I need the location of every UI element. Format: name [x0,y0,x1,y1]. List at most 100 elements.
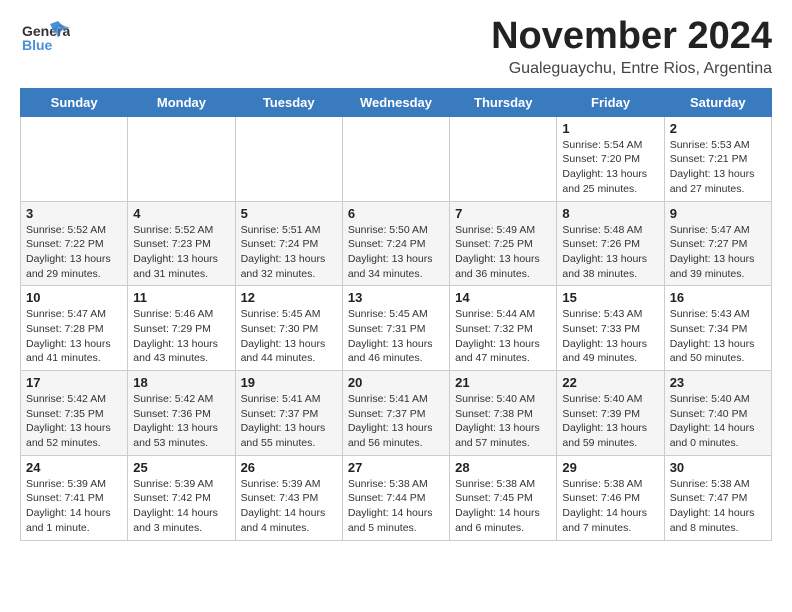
calendar-cell: 25 Sunrise: 5:39 AMSunset: 7:42 PMDayligh… [128,455,235,540]
day-info: Sunrise: 5:40 AMSunset: 7:38 PMDaylight:… [455,392,551,451]
day-number: 29 [562,460,658,475]
column-header-thursday: Thursday [450,88,557,116]
day-number: 8 [562,206,658,221]
week-row-4: 17 Sunrise: 5:42 AMSunset: 7:35 PMDayligh… [21,371,772,456]
calendar-cell: 22Sunrise: 5:40 AMSunset: 7:39 PMDayligh… [557,371,664,456]
day-info: Sunrise: 5:41 AMSunset: 7:37 PMDaylight:… [241,392,337,451]
week-row-5: 24 Sunrise: 5:39 AMSunset: 7:41 PMDayligh… [21,455,772,540]
day-info: Sunrise: 5:53 AMSunset: 7:21 PMDaylight:… [670,138,766,197]
column-header-monday: Monday [128,88,235,116]
calendar-header-row: SundayMondayTuesdayWednesdayThursdayFrid… [21,88,772,116]
day-number: 24 [26,460,122,475]
day-info: Sunrise: 5:50 AMSunset: 7:24 PMDaylight:… [348,223,444,282]
calendar-cell: 3Sunrise: 5:52 AMSunset: 7:22 PMDaylight… [21,201,128,286]
day-info: Sunrise: 5:48 AMSunset: 7:26 PMDaylight:… [562,223,658,282]
calendar-cell: 30 Sunrise: 5:38 AMSunset: 7:47 PMDayligh… [664,455,771,540]
column-header-sunday: Sunday [21,88,128,116]
calendar-cell: 17 Sunrise: 5:42 AMSunset: 7:35 PMDayligh… [21,371,128,456]
calendar-cell [450,116,557,201]
day-info: Sunrise: 5:43 AMSunset: 7:34 PMDaylight:… [670,307,766,366]
day-number: 2 [670,121,766,136]
day-number: 5 [241,206,337,221]
calendar-cell: 18 Sunrise: 5:42 AMSunset: 7:36 PMDayligh… [128,371,235,456]
calendar-cell: 9 Sunrise: 5:47 AMSunset: 7:27 PMDaylight… [664,201,771,286]
day-number: 16 [670,290,766,305]
day-number: 13 [348,290,444,305]
day-number: 27 [348,460,444,475]
title-area: November 2024 Gualeguaychu, Entre Rios, … [491,16,772,78]
calendar-cell: 12 Sunrise: 5:45 AMSunset: 7:30 PMDayligh… [235,286,342,371]
calendar-cell: 6 Sunrise: 5:50 AMSunset: 7:24 PMDaylight… [342,201,449,286]
day-info: Sunrise: 5:44 AMSunset: 7:32 PMDaylight:… [455,307,551,366]
day-number: 19 [241,375,337,390]
month-title: November 2024 [491,16,772,58]
day-info: Sunrise: 5:52 AMSunset: 7:23 PMDaylight:… [133,223,229,282]
calendar-cell: 19 Sunrise: 5:41 AMSunset: 7:37 PMDayligh… [235,371,342,456]
calendar-cell: 24 Sunrise: 5:39 AMSunset: 7:41 PMDayligh… [21,455,128,540]
day-info: Sunrise: 5:38 AMSunset: 7:44 PMDaylight:… [348,477,444,536]
column-header-wednesday: Wednesday [342,88,449,116]
calendar-cell: 13 Sunrise: 5:45 AMSunset: 7:31 PMDayligh… [342,286,449,371]
day-number: 4 [133,206,229,221]
calendar-cell: 21Sunrise: 5:40 AMSunset: 7:38 PMDayligh… [450,371,557,456]
day-info: Sunrise: 5:41 AMSunset: 7:37 PMDaylight:… [348,392,444,451]
calendar-cell: 2 Sunrise: 5:53 AMSunset: 7:21 PMDaylight… [664,116,771,201]
day-number: 7 [455,206,551,221]
calendar-cell: 4 Sunrise: 5:52 AMSunset: 7:23 PMDaylight… [128,201,235,286]
day-number: 26 [241,460,337,475]
day-info: Sunrise: 5:54 AMSunset: 7:20 PMDaylight:… [562,138,658,197]
day-info: Sunrise: 5:39 AMSunset: 7:42 PMDaylight:… [133,477,229,536]
day-info: Sunrise: 5:42 AMSunset: 7:35 PMDaylight:… [26,392,122,451]
day-info: Sunrise: 5:40 AMSunset: 7:39 PMDaylight:… [562,392,658,451]
calendar-cell: 1 Sunrise: 5:54 AMSunset: 7:20 PMDaylight… [557,116,664,201]
day-number: 28 [455,460,551,475]
day-info: Sunrise: 5:51 AMSunset: 7:24 PMDaylight:… [241,223,337,282]
day-info: Sunrise: 5:38 AMSunset: 7:47 PMDaylight:… [670,477,766,536]
calendar-cell: 29 Sunrise: 5:38 AMSunset: 7:46 PMDayligh… [557,455,664,540]
day-number: 10 [26,290,122,305]
day-info: Sunrise: 5:49 AMSunset: 7:25 PMDaylight:… [455,223,551,282]
week-row-2: 3Sunrise: 5:52 AMSunset: 7:22 PMDaylight… [21,201,772,286]
calendar-cell: 20Sunrise: 5:41 AMSunset: 7:37 PMDayligh… [342,371,449,456]
calendar-cell: 8 Sunrise: 5:48 AMSunset: 7:26 PMDaylight… [557,201,664,286]
day-info: Sunrise: 5:47 AMSunset: 7:27 PMDaylight:… [670,223,766,282]
logo-icon: General Blue [20,16,70,66]
day-number: 14 [455,290,551,305]
day-info: Sunrise: 5:38 AMSunset: 7:45 PMDaylight:… [455,477,551,536]
day-number: 30 [670,460,766,475]
day-number: 11 [133,290,229,305]
day-info: Sunrise: 5:39 AMSunset: 7:41 PMDaylight:… [26,477,122,536]
calendar-table: SundayMondayTuesdayWednesdayThursdayFrid… [20,88,772,541]
calendar-cell: 23Sunrise: 5:40 AMSunset: 7:40 PMDayligh… [664,371,771,456]
column-header-saturday: Saturday [664,88,771,116]
calendar-cell: 27 Sunrise: 5:38 AMSunset: 7:44 PMDayligh… [342,455,449,540]
page-header: General Blue November 2024 Gualeguaychu,… [20,16,772,78]
day-number: 17 [26,375,122,390]
day-number: 23 [670,375,766,390]
day-number: 6 [348,206,444,221]
calendar-cell: 14 Sunrise: 5:44 AMSunset: 7:32 PMDayligh… [450,286,557,371]
day-info: Sunrise: 5:45 AMSunset: 7:30 PMDaylight:… [241,307,337,366]
column-header-tuesday: Tuesday [235,88,342,116]
svg-text:Blue: Blue [22,37,53,53]
day-number: 18 [133,375,229,390]
day-info: Sunrise: 5:52 AMSunset: 7:22 PMDaylight:… [26,223,122,282]
day-info: Sunrise: 5:46 AMSunset: 7:29 PMDaylight:… [133,307,229,366]
day-info: Sunrise: 5:43 AMSunset: 7:33 PMDaylight:… [562,307,658,366]
week-row-1: 1 Sunrise: 5:54 AMSunset: 7:20 PMDaylight… [21,116,772,201]
calendar-cell: 7 Sunrise: 5:49 AMSunset: 7:25 PMDaylight… [450,201,557,286]
day-info: Sunrise: 5:42 AMSunset: 7:36 PMDaylight:… [133,392,229,451]
calendar-cell [128,116,235,201]
calendar-cell: 28 Sunrise: 5:38 AMSunset: 7:45 PMDayligh… [450,455,557,540]
calendar-cell: 11 Sunrise: 5:46 AMSunset: 7:29 PMDayligh… [128,286,235,371]
day-number: 1 [562,121,658,136]
day-number: 25 [133,460,229,475]
day-info: Sunrise: 5:38 AMSunset: 7:46 PMDaylight:… [562,477,658,536]
day-number: 9 [670,206,766,221]
day-number: 12 [241,290,337,305]
calendar-cell: 26 Sunrise: 5:39 AMSunset: 7:43 PMDayligh… [235,455,342,540]
calendar-cell: 10Sunrise: 5:47 AMSunset: 7:28 PMDayligh… [21,286,128,371]
calendar-cell: 15Sunrise: 5:43 AMSunset: 7:33 PMDayligh… [557,286,664,371]
day-info: Sunrise: 5:39 AMSunset: 7:43 PMDaylight:… [241,477,337,536]
day-info: Sunrise: 5:45 AMSunset: 7:31 PMDaylight:… [348,307,444,366]
